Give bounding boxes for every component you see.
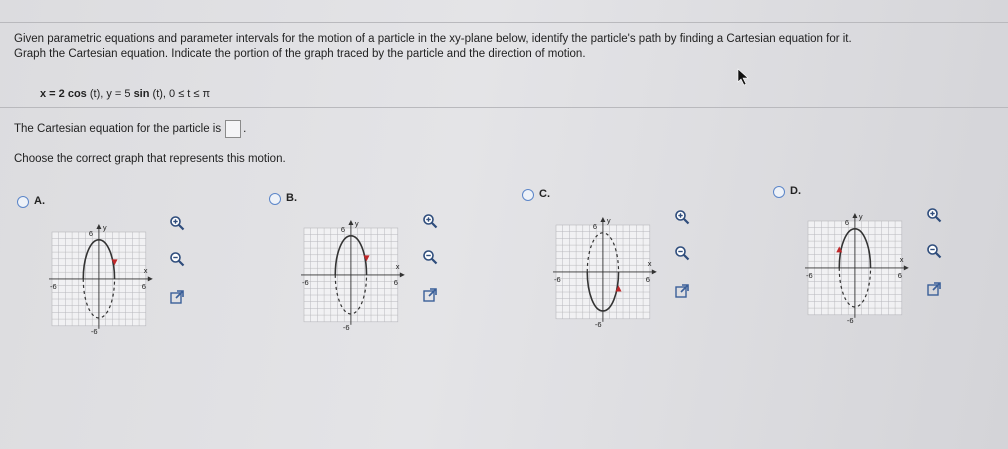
x-left-label: -6 [806,271,813,280]
y-top-label: 6 [341,225,345,234]
choice-radio-c[interactable] [522,189,534,201]
mouse-cursor-icon [737,68,749,86]
y-axis-label: y [355,219,359,228]
problem-statement: Given parametric equations and parameter… [14,32,1004,62]
x-right-label: 6 [142,282,146,291]
graph-c: y x 6 -6 -6 6 [553,216,657,329]
choice-radio-d[interactable] [773,186,785,198]
top-divider [0,22,1008,23]
popout-icon[interactable] [673,282,691,300]
x-axis-label: x [396,262,400,271]
equation-x: x = 2 cos [40,88,87,100]
choose-prompt: Choose the correct graph that represents… [14,153,286,165]
question-page: Given parametric equations and parameter… [0,0,1008,449]
graph-b: y x 6 -6 -6 6 [301,219,405,332]
choice-label-d: D. [790,185,801,197]
x-axis-label: x [648,259,652,268]
equation-x-rest: (t), y = 5 [86,88,134,100]
x-left-label: -6 [50,282,57,291]
zoom-in-icon[interactable] [673,208,691,226]
y-bottom-label: -6 [91,327,98,336]
choice-label-a: A. [34,195,45,207]
y-top-label: 6 [89,229,93,238]
zoom-out-icon[interactable] [925,242,943,260]
choice-label-c: C. [539,188,550,200]
x-right-label: 6 [394,278,398,287]
answer-suffix: . [243,123,247,135]
x-left-label: -6 [554,275,561,284]
y-axis-label: y [859,212,863,221]
problem-line-2: Graph the Cartesian equation. Indicate t… [14,48,586,60]
parametric-equations: x = 2 cos (t), y = 5 sin (t), 0 ≤ t ≤ π [40,88,210,100]
zoom-in-icon[interactable] [168,214,186,232]
y-top-label: 6 [845,218,849,227]
y-axis-label: y [103,223,107,232]
graph-a: y x 6 -6 -6 6 [49,223,153,336]
zoom-in-icon[interactable] [925,206,943,224]
zoom-out-icon[interactable] [168,250,186,268]
popout-icon[interactable] [168,288,186,306]
y-bottom-label: -6 [343,323,350,332]
zoom-out-icon[interactable] [673,244,691,262]
y-axis-label: y [607,216,611,225]
choice-label-b: B. [286,192,297,204]
y-bottom-label: -6 [847,316,854,325]
equation-divider [0,107,1008,108]
x-axis-label: x [900,255,904,264]
x-right-label: 6 [646,275,650,284]
y-bottom-label: -6 [595,320,602,329]
choice-radio-a[interactable] [17,196,29,208]
answer-line: The Cartesian equation for the particle … [14,120,246,138]
answer-prefix: The Cartesian equation for the particle … [14,123,222,135]
x-axis-label: x [144,266,148,275]
graph-d: y x 6 -6 -6 6 [805,212,909,325]
popout-icon[interactable] [421,286,439,304]
popout-icon[interactable] [925,280,943,298]
x-left-label: -6 [302,278,309,287]
problem-line-1: Given parametric equations and parameter… [14,33,852,45]
equation-sin: sin [133,88,150,100]
zoom-in-icon[interactable] [421,212,439,230]
x-right-label: 6 [898,271,902,280]
y-top-label: 6 [593,222,597,231]
answer-input[interactable] [225,120,242,138]
choice-radio-b[interactable] [269,193,281,205]
zoom-out-icon[interactable] [421,248,439,266]
equation-interval: (t), 0 ≤ t ≤ π [149,88,211,100]
